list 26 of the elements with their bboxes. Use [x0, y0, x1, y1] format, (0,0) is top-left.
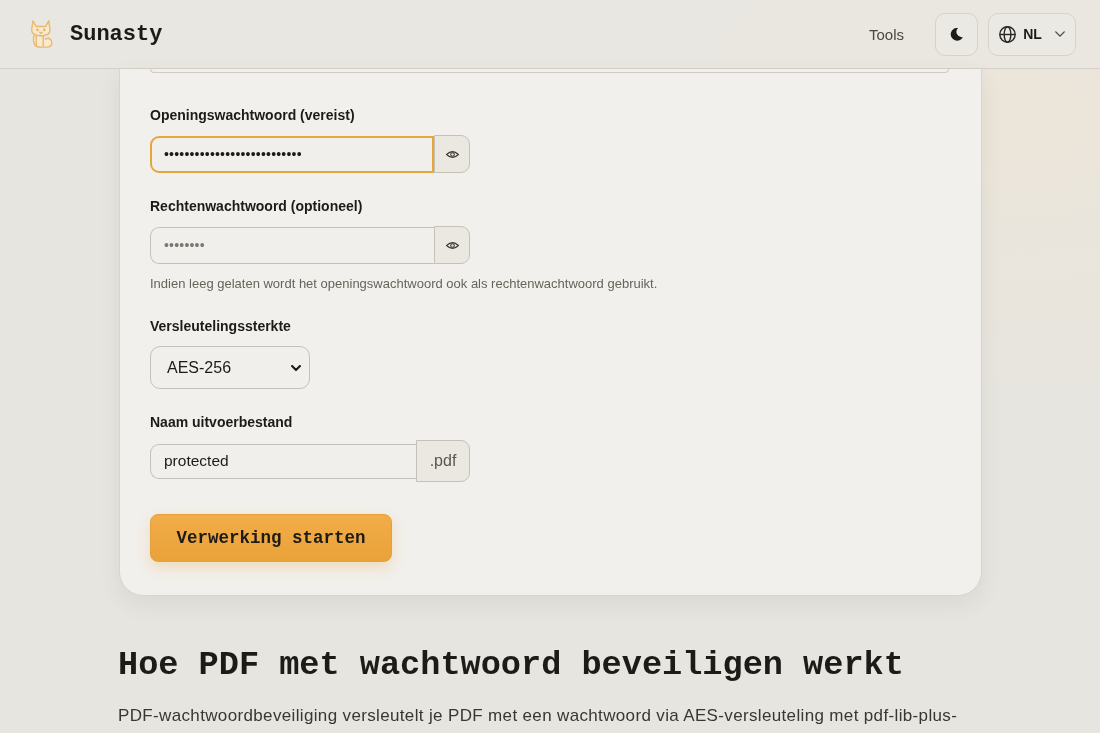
field-label: Naam uitvoerbestand [150, 413, 293, 432]
language-button[interactable]: NL [988, 12, 1076, 56]
hint-text: Indien leeg gelaten wordt het openingswachtwoord ook als rechtenwachtwoord gebruikt. [150, 275, 658, 293]
password-field[interactable]: •••••••• [150, 226, 434, 264]
cat-logo-icon [31, 20, 53, 48]
section-heading: Hoe PDF met wachtwoord beveiligen werkt [118, 645, 904, 686]
field-label: Versleutelingssterkte [150, 317, 291, 336]
moon-icon [950, 27, 963, 41]
chevron-down-icon [1054, 31, 1065, 37]
show-password-button[interactable] [434, 135, 470, 173]
theme-toggle-button[interactable] [935, 12, 978, 56]
brand-name: Sunasty [70, 21, 163, 47]
show-password-button[interactable] [434, 226, 470, 264]
select-field[interactable]: AES-256 [150, 346, 310, 389]
field-label: Rechtenwachtwoord (optioneel) [150, 197, 363, 216]
start-processing-button[interactable]: Verwerking starten [150, 514, 392, 562]
input-field[interactable]: protected [150, 443, 416, 479]
section-paragraph: PDF-wachtwoordbeveiliging versleutelt je PDF met een wachtwoord via AES-versleuteling met pdf-lib-plus- [118, 706, 958, 725]
password-field[interactable]: ••••••••••••••••••••••••••• [150, 135, 434, 173]
globe-icon [999, 25, 1017, 43]
chevron-down-icon [291, 364, 301, 371]
eye-icon [445, 240, 459, 250]
extension-addon: .pdf [416, 440, 470, 482]
field-label: Openingswachtwoord (vereist) [150, 106, 355, 125]
nav-link[interactable]: Tools [858, 17, 914, 51]
eye-icon [445, 149, 459, 159]
